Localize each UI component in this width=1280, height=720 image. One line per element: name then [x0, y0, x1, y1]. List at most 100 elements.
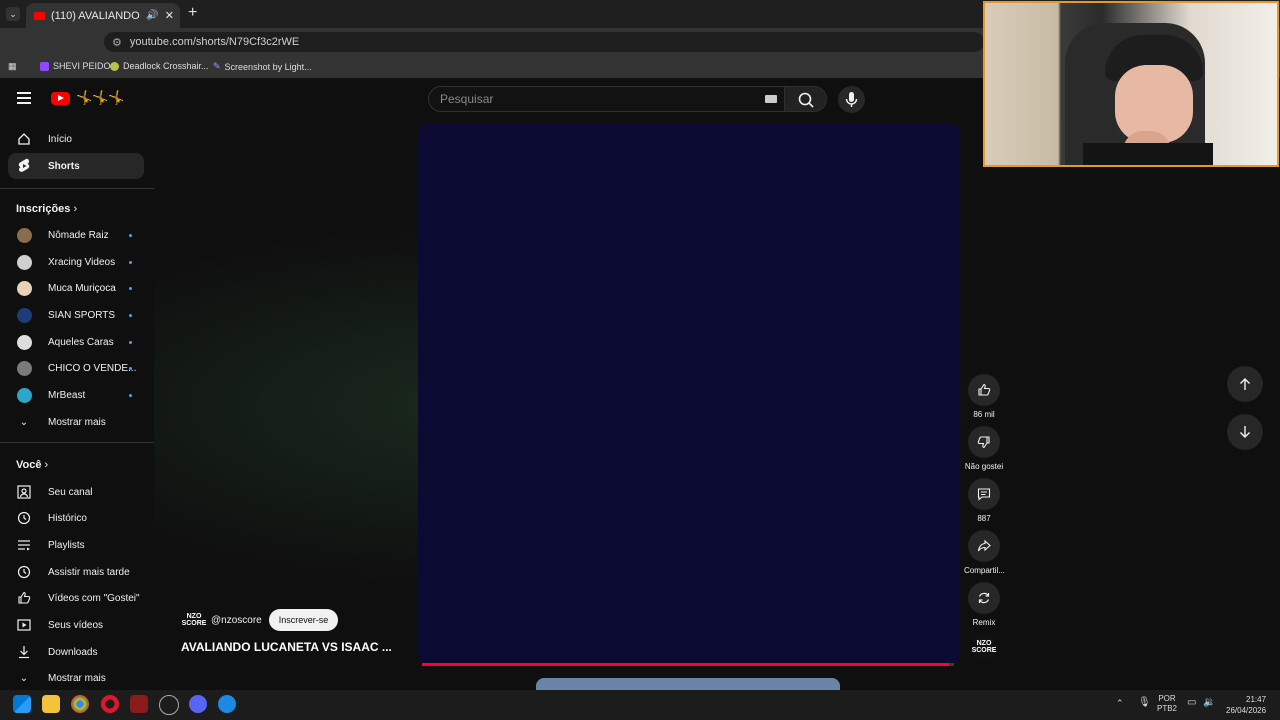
- clock[interactable]: 21:47 26/04/2026: [1226, 694, 1266, 716]
- channel-avatar-icon: [16, 387, 32, 403]
- sidebar-item-shorts[interactable]: Shorts: [8, 153, 144, 179]
- channel-handle[interactable]: @nzoscore: [211, 615, 262, 626]
- bookmark-item[interactable]: ✎ Screenshot by Light...: [213, 61, 312, 72]
- sidebar-subscription[interactable]: MrBeast: [8, 382, 144, 408]
- sidebar-item-downloads[interactable]: Downloads: [8, 639, 144, 665]
- input-language[interactable]: POR PTB2: [1157, 694, 1177, 714]
- sidebar-item-label: Nômade Raiz: [48, 229, 109, 241]
- sidebar-item-label: Mostrar mais: [48, 416, 106, 428]
- bookmark-item[interactable]: Deadlock Crosshair...: [110, 61, 209, 71]
- chevron-down-icon: ⌄: [19, 416, 29, 428]
- sidebar-item-label: Muca Muriçoca: [48, 282, 116, 294]
- next-short-preview[interactable]: [536, 678, 840, 690]
- opera-icon[interactable]: [101, 695, 119, 713]
- site-info-icon[interactable]: ⚙: [112, 36, 122, 49]
- battle-net-icon[interactable]: [218, 695, 236, 713]
- sidebar-item-liked-videos[interactable]: Vídeos com "Gostei": [8, 585, 144, 611]
- twitch-icon: [40, 61, 49, 71]
- tab-search-button[interactable]: ⌄: [6, 7, 20, 21]
- new-content-dot: [129, 286, 132, 290]
- previous-short-button[interactable]: [1227, 366, 1263, 402]
- chevron-up-icon[interactable]: ⌃: [1116, 698, 1124, 709]
- bookmark-label: Screenshot by Light...: [224, 61, 312, 72]
- channel-avatar-icon: [16, 307, 32, 323]
- youtube-logo-icon[interactable]: [51, 92, 70, 105]
- sidebar-item-label: SIAN SPORTS: [48, 309, 116, 321]
- new-content-dot: [129, 313, 132, 317]
- next-short-button[interactable]: [1227, 414, 1263, 450]
- doodle-icon[interactable]: 🤸🤸🤸: [76, 90, 125, 106]
- you-heading[interactable]: Você ›: [16, 459, 48, 471]
- short-title[interactable]: AVALIANDO LUCANETA VS ISAAC ...: [181, 640, 392, 654]
- apps-icon[interactable]: ▦: [8, 61, 17, 72]
- chevron-right-icon: ›: [44, 459, 49, 471]
- volume-icon[interactable]: 🔉: [1203, 697, 1215, 708]
- search-input[interactable]: Pesquisar: [428, 86, 785, 112]
- sidebar-subscription[interactable]: Xracing Videos: [8, 249, 144, 275]
- game-app-icon[interactable]: [130, 695, 148, 713]
- avatar: [16, 307, 32, 323]
- channel-avatar-icon: [16, 280, 32, 296]
- menu-icon[interactable]: [17, 92, 31, 104]
- share-action[interactable]: Compartil...: [964, 530, 1005, 575]
- sidebar-subscription[interactable]: Muca Muriçoca: [8, 275, 144, 301]
- speaker-icon[interactable]: 🔊: [146, 10, 158, 21]
- avatar: [16, 254, 32, 270]
- steam-icon[interactable]: [159, 695, 179, 715]
- channel-logo[interactable]: NZO SCORE: [182, 610, 206, 630]
- sidebar-item-label: Downloads: [48, 646, 98, 658]
- browser-tab[interactable]: (110) AVALIANDO LUCANE 🔊 ✕: [26, 3, 180, 28]
- shorts-icon: [16, 158, 32, 174]
- sidebar-item-label: MrBeast: [48, 389, 86, 401]
- sidebar-subscription[interactable]: SIAN SPORTS: [8, 302, 144, 328]
- sidebar-item-history[interactable]: Histórico: [8, 505, 144, 531]
- new-content-dot: [129, 366, 132, 370]
- like-icon: [968, 374, 1000, 406]
- sidebar-item-label: Seu canal: [48, 486, 93, 498]
- voice-search-button[interactable]: [838, 86, 865, 113]
- file-explorer-icon[interactable]: [42, 695, 60, 713]
- search-icon: [798, 92, 814, 108]
- windows-start-icon[interactable]: [13, 695, 31, 713]
- dislike-action[interactable]: Não gostei: [964, 426, 1004, 471]
- channel-avatar-icon: [16, 254, 32, 270]
- url-bar[interactable]: ⚙ youtube.com/shorts/N79Cf3c2rWE: [104, 32, 984, 52]
- close-tab-icon[interactable]: ✕: [165, 9, 174, 22]
- keyboard-layout: PTB2: [1157, 704, 1178, 713]
- sidebar-item-playlists[interactable]: Playlists: [8, 532, 144, 558]
- sidebar-item-home[interactable]: Início: [8, 126, 144, 152]
- show-more-you[interactable]: ⌄ Mostrar mais: [8, 665, 144, 691]
- chevron-right-icon: ›: [73, 203, 78, 215]
- sidebar-item-your-videos[interactable]: Seus vídeos: [8, 612, 144, 638]
- keyboard-icon[interactable]: [765, 95, 777, 103]
- dislike-icon: [968, 426, 1000, 458]
- new-content-dot: [129, 260, 132, 264]
- new-content-dot: [129, 393, 132, 397]
- channel-logo-small[interactable]: NZO SCORE: [971, 637, 997, 657]
- bookmark-label: SHEVI PEIDO: [53, 61, 111, 71]
- sidebar-item-label: Xracing Videos: [48, 256, 116, 268]
- remix-action[interactable]: Remix: [964, 582, 1004, 627]
- microphone-tray-icon[interactable]: 🎙: [1138, 697, 1151, 708]
- bookmark-label: Deadlock Crosshair...: [123, 61, 209, 71]
- show-more-subscriptions[interactable]: ⌄ Mostrar mais: [8, 409, 144, 435]
- search-button[interactable]: [785, 86, 827, 112]
- comments-action[interactable]: 887: [964, 478, 1004, 523]
- subscriptions-heading[interactable]: Inscrições ›: [16, 203, 77, 215]
- like-action[interactable]: 86 mil: [964, 374, 1004, 419]
- sidebar-item-watch-later[interactable]: Assistir mais tarde: [8, 559, 144, 585]
- sidebar-item-your-channel[interactable]: Seu canal: [8, 479, 144, 505]
- short-video-player[interactable]: [418, 123, 960, 666]
- sidebar-subscription[interactable]: Nômade Raiz: [8, 222, 144, 248]
- network-icon[interactable]: ▭: [1187, 697, 1196, 708]
- new-tab-button[interactable]: +: [188, 4, 197, 22]
- chrome-icon[interactable]: [71, 695, 89, 713]
- remix-icon: [968, 582, 1000, 614]
- channel-logo-text: NZO SCORE: [971, 640, 997, 654]
- discord-icon[interactable]: [189, 695, 207, 713]
- bookmark-item[interactable]: SHEVI PEIDO: [40, 61, 111, 71]
- sidebar-subscription[interactable]: CHICO O VENDE...: [8, 355, 144, 381]
- subscribe-button[interactable]: Inscrever-se: [268, 609, 339, 631]
- clock-date: 26/04/2026: [1226, 706, 1267, 715]
- sidebar-subscription[interactable]: Aqueles Caras: [8, 329, 144, 355]
